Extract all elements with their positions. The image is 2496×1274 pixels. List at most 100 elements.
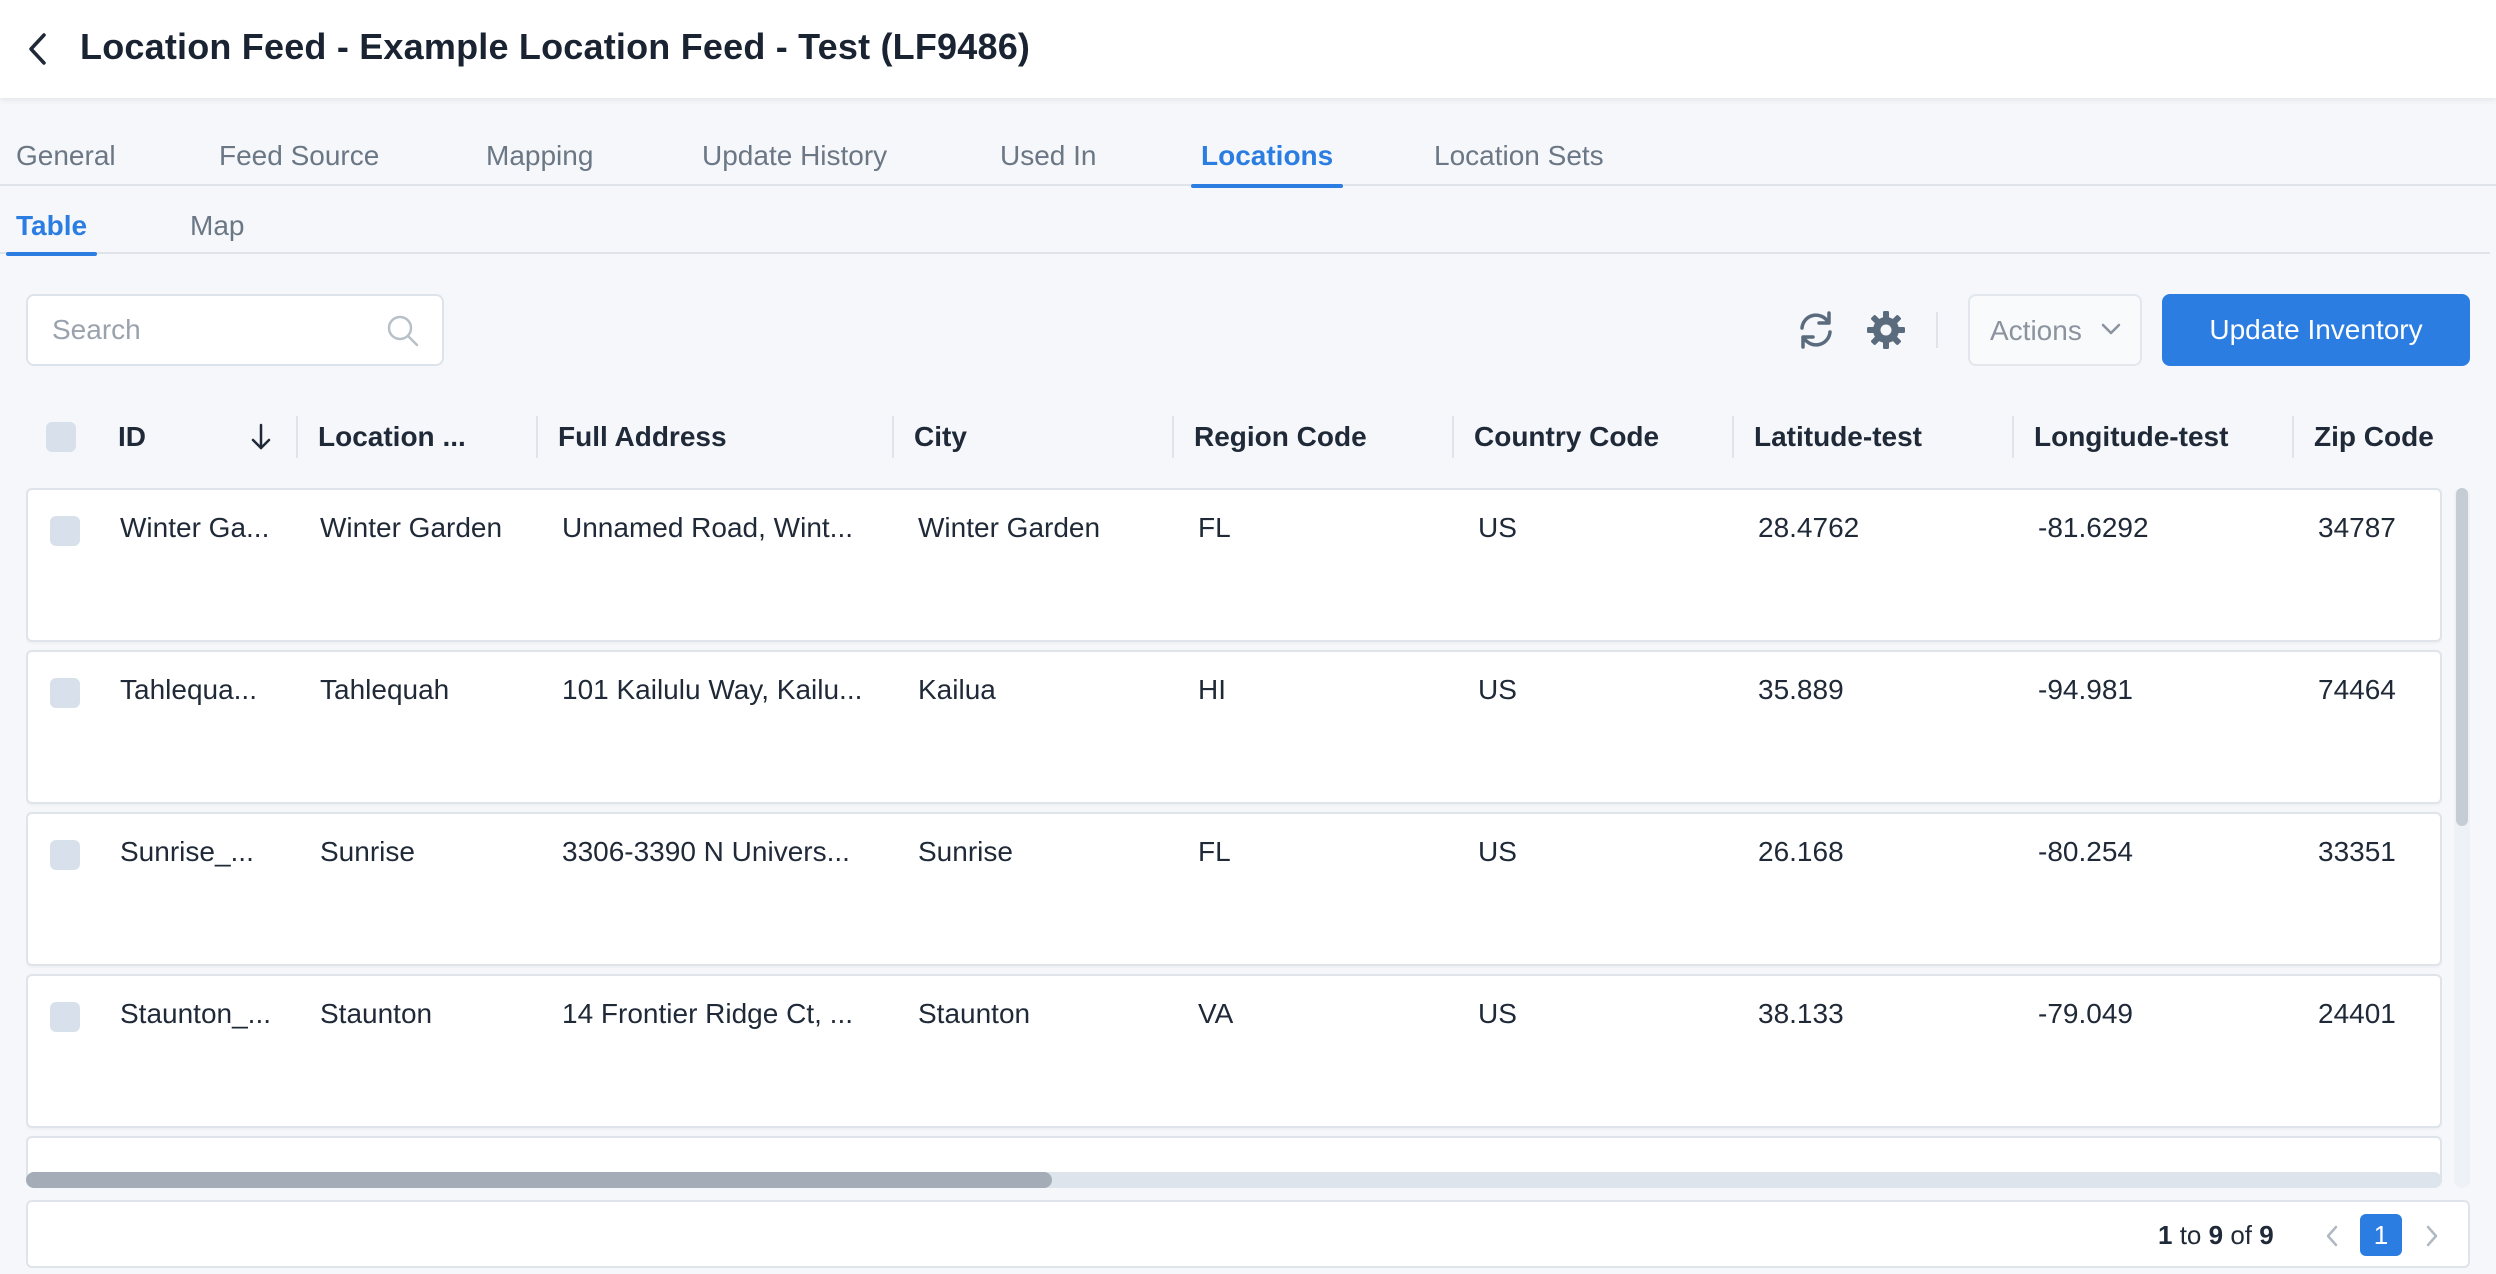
cell-full-address: 3306-3390 N Univers... xyxy=(562,836,850,867)
refresh-button[interactable] xyxy=(1792,306,1840,354)
row-checkbox[interactable] xyxy=(50,678,80,708)
page-number-button[interactable]: 1 xyxy=(2360,1214,2402,1256)
column-separator[interactable] xyxy=(892,416,894,458)
search-input[interactable] xyxy=(52,308,372,352)
column-separator[interactable] xyxy=(2012,416,2014,458)
previous-page-button[interactable] xyxy=(2318,1218,2346,1254)
table-row[interactable]: Sunrise_... Sunrise 3306-3390 N Univers.… xyxy=(26,812,2442,966)
pagination-to: 9 xyxy=(2208,1220,2224,1250)
subtab-table[interactable]: Table xyxy=(5,210,98,256)
cell-id: Sunrise_... xyxy=(120,836,254,867)
cell-zip-code: 24401 xyxy=(2318,998,2396,1029)
cell-country-code: US xyxy=(1478,512,1517,543)
cell-zip-code: 74464 xyxy=(2318,674,2396,705)
cell-id: Staunton_... xyxy=(120,998,272,1029)
tab-used-in[interactable]: Used In xyxy=(1000,140,1097,186)
column-header-full-address[interactable]: Full Address xyxy=(558,408,888,466)
cell-city: Winter Garden xyxy=(918,512,1101,543)
cell-zip-code: 34787 xyxy=(2318,512,2396,543)
tab-mapping[interactable]: Mapping xyxy=(486,140,593,186)
cell-region-code: HI xyxy=(1198,674,1226,705)
cell-region-code: FL xyxy=(1198,512,1231,543)
column-header-longitude[interactable]: Longitude-test xyxy=(2034,408,2294,466)
tab-general[interactable]: General xyxy=(16,140,116,186)
row-checkbox[interactable] xyxy=(50,1002,80,1032)
subtab-map[interactable]: Map xyxy=(190,210,244,254)
column-separator[interactable] xyxy=(1172,416,1174,458)
actions-dropdown[interactable]: Actions xyxy=(1968,294,2142,366)
table-header: ID Location ... Full Address City Region… xyxy=(26,408,2470,466)
top-bar: Location Feed - Example Location Feed - … xyxy=(0,0,2496,98)
pagination-total: 9 xyxy=(2259,1220,2274,1250)
cell-latitude: 28.4762 xyxy=(1758,512,1860,543)
cell-location: Winter Garden xyxy=(320,512,503,543)
tab-update-history[interactable]: Update History xyxy=(702,140,887,186)
tab-feed-source[interactable]: Feed Source xyxy=(219,140,379,186)
table-row[interactable]: Tahlequa... Tahlequah 101 Kailulu Way, K… xyxy=(26,650,2442,804)
pagination-of-word: of xyxy=(2230,1220,2253,1250)
cell-id: Tahlequa... xyxy=(120,674,257,705)
sort-descending-icon[interactable] xyxy=(250,422,272,452)
back-button[interactable] xyxy=(18,29,58,69)
cell-location: Staunton xyxy=(320,998,433,1029)
next-page-button[interactable] xyxy=(2418,1218,2446,1254)
cell-city: Sunrise xyxy=(918,836,1013,867)
page-title: Location Feed - Example Location Feed - … xyxy=(80,26,1031,67)
refresh-icon xyxy=(1800,311,1832,349)
cell-location: Tahlequah xyxy=(320,674,450,705)
vertical-scrollbar-thumb[interactable] xyxy=(2456,488,2468,826)
cell-id: Winter Ga... xyxy=(120,512,270,543)
column-header-location[interactable]: Location ... xyxy=(318,408,518,466)
cell-full-address: 14 Frontier Ridge Ct, ... xyxy=(562,998,854,1029)
column-header-id[interactable]: ID xyxy=(118,408,238,466)
tab-locations[interactable]: Locations xyxy=(1190,140,1344,188)
cell-location: Sunrise xyxy=(320,836,415,867)
pagination-from: 1 xyxy=(2158,1220,2173,1250)
cell-region-code: FL xyxy=(1198,836,1231,867)
chevron-left-icon xyxy=(29,33,46,65)
cell-city: Staunton xyxy=(918,998,1031,1029)
horizontal-scrollbar-thumb[interactable] xyxy=(26,1172,1052,1188)
search-icon xyxy=(387,315,419,347)
column-header-latitude[interactable]: Latitude-test xyxy=(1754,408,2014,466)
pagination-to-word: to xyxy=(2179,1220,2202,1250)
cell-country-code: US xyxy=(1478,836,1517,867)
pagination-summary: 1 to 9 of 9 xyxy=(2158,1220,2274,1251)
table-body: Winter Ga... Winter Garden Unnamed Road,… xyxy=(26,488,2442,1178)
column-separator[interactable] xyxy=(536,416,538,458)
column-header-city[interactable]: City xyxy=(914,408,1174,466)
search-field[interactable] xyxy=(26,294,444,366)
table-row[interactable]: Staunton_... Staunton 14 Frontier Ridge … xyxy=(26,974,2442,1128)
table-row[interactable]: Winter Ga... Winter Garden Unnamed Road,… xyxy=(26,488,2442,642)
update-inventory-button[interactable]: Update Inventory xyxy=(2162,294,2470,366)
column-header-region-code[interactable]: Region Code xyxy=(1194,408,1454,466)
cell-city: Kailua xyxy=(918,674,996,705)
cell-full-address: Unnamed Road, Wint... xyxy=(562,512,854,543)
column-separator[interactable] xyxy=(1732,416,1734,458)
column-separator[interactable] xyxy=(1452,416,1454,458)
column-separator[interactable] xyxy=(296,416,298,458)
row-checkbox[interactable] xyxy=(50,840,80,870)
cell-region-code: VA xyxy=(1198,998,1234,1029)
column-separator[interactable] xyxy=(2292,416,2294,458)
column-header-country-code[interactable]: Country Code xyxy=(1474,408,1734,466)
cell-longitude: -81.6292 xyxy=(2038,512,2149,543)
cell-longitude: -94.981 xyxy=(2038,674,2133,705)
actions-label: Actions xyxy=(1990,315,2082,346)
row-checkbox[interactable] xyxy=(50,516,80,546)
cell-country-code: US xyxy=(1478,998,1517,1029)
chevron-left-icon xyxy=(2326,1225,2338,1247)
cell-zip-code: 33351 xyxy=(2318,836,2396,867)
column-header-zip-code[interactable]: Zip Code xyxy=(2314,408,2464,466)
chevron-right-icon xyxy=(2426,1225,2438,1247)
gear-icon xyxy=(1867,311,1905,349)
tab-location-sets[interactable]: Location Sets xyxy=(1434,140,1604,186)
settings-button[interactable] xyxy=(1862,306,1910,354)
cell-latitude: 26.168 xyxy=(1758,836,1844,867)
chevron-down-icon xyxy=(2101,323,2121,335)
toolbar-divider xyxy=(1936,312,1938,348)
cell-longitude: -80.254 xyxy=(2038,836,2133,867)
cell-longitude: -79.049 xyxy=(2038,998,2133,1029)
cell-latitude: 35.889 xyxy=(1758,674,1844,705)
select-all-checkbox[interactable] xyxy=(46,422,76,452)
